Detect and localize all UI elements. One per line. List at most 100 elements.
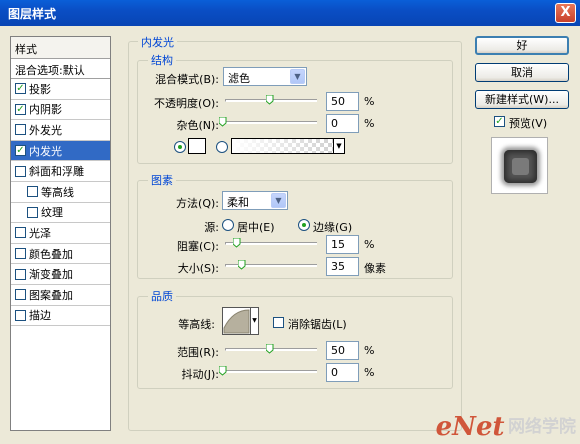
style-item[interactable]: 描边	[11, 306, 110, 327]
chevron-down-icon: ▼	[333, 139, 344, 153]
style-item[interactable]: 斜面和浮雕	[11, 161, 110, 182]
blend-mode-select[interactable]: 滤色 ▼	[223, 67, 307, 86]
jitter-input[interactable]: 0	[326, 363, 359, 382]
style-item[interactable]: ✓ 内发光	[11, 140, 110, 162]
style-checkbox[interactable]: ✓	[15, 145, 26, 157]
noise-label: 杂色(N):	[176, 119, 219, 132]
gradient-radio[interactable]	[216, 141, 228, 153]
style-checkbox[interactable]	[15, 227, 26, 239]
size-label: 大小(S):	[177, 262, 219, 275]
contour-picker[interactable]: ▼	[222, 307, 259, 335]
style-checkbox[interactable]	[15, 268, 26, 280]
style-item-label: 光泽	[29, 226, 51, 240]
styles-list: 样式 混合选项:默认 ✓ 投影 ✓ 内阴影 外发光 ✓ 内发光 斜面和浮雕 等高线 纹理 光泽 颜色叠…	[10, 36, 111, 431]
preview-core	[512, 158, 529, 175]
style-item[interactable]: 颜色叠加	[11, 244, 110, 265]
chevron-down-icon: ▼	[250, 308, 258, 334]
choke-label: 阻塞(C):	[177, 240, 219, 253]
style-item-label: 等高线	[41, 185, 74, 199]
ok-button[interactable]: 好	[475, 36, 569, 55]
style-item[interactable]: ✓ 投影	[11, 79, 110, 100]
opacity-input[interactable]: 50	[326, 92, 359, 111]
noise-input[interactable]: 0	[326, 114, 359, 133]
contour-label: 等高线:	[178, 318, 215, 331]
range-label: 范围(R):	[177, 346, 219, 359]
style-item-label: 外发光	[29, 123, 62, 137]
opacity-unit: %	[364, 95, 375, 108]
style-checkbox[interactable]	[15, 124, 26, 136]
choke-slider-thumb[interactable]	[233, 238, 241, 248]
jitter-unit: %	[364, 366, 375, 379]
style-checkbox[interactable]	[15, 165, 26, 177]
style-checkbox[interactable]	[15, 289, 26, 301]
style-item[interactable]: 渐变叠加	[11, 264, 110, 285]
glow-color-swatch[interactable]	[188, 138, 206, 154]
quality-title: 品质	[148, 288, 176, 304]
style-item-label: 图案叠加	[29, 288, 73, 302]
range-slider-thumb[interactable]	[266, 344, 274, 354]
antialias-label[interactable]: 消除锯齿(L)	[288, 316, 347, 332]
styles-header[interactable]: 样式	[11, 37, 110, 59]
style-item-label: 投影	[29, 82, 51, 96]
source-center-radio[interactable]	[222, 219, 234, 231]
jitter-slider[interactable]	[225, 370, 317, 373]
size-input[interactable]: 35	[326, 257, 359, 276]
style-item[interactable]: 图案叠加	[11, 285, 110, 306]
style-item-label: 内发光	[29, 144, 62, 158]
size-unit: 像素	[364, 262, 386, 275]
style-item[interactable]: 纹理	[11, 203, 110, 224]
preview-thumbnail	[504, 150, 537, 183]
blend-options-item[interactable]: 混合选项:默认	[11, 59, 110, 79]
source-center-label[interactable]: 居中(E)	[237, 219, 275, 235]
style-preview	[491, 137, 548, 194]
style-checkbox[interactable]: ✓	[15, 103, 26, 115]
technique-select[interactable]: 柔和 ▼	[222, 191, 288, 210]
choke-input[interactable]: 15	[326, 235, 359, 254]
structure-title: 结构	[148, 52, 176, 68]
style-item-label: 内阴影	[29, 103, 62, 117]
inner-glow-title: 内发光	[138, 34, 177, 50]
noise-unit: %	[364, 117, 375, 130]
style-checkbox[interactable]	[15, 309, 26, 321]
blend-mode-value: 滤色	[228, 72, 250, 85]
source-label: 源:	[204, 221, 219, 234]
style-item[interactable]: 外发光	[11, 120, 110, 141]
preview-label[interactable]: 预览(V)	[509, 115, 547, 131]
technique-value: 柔和	[227, 196, 249, 209]
elements-title: 图素	[148, 172, 176, 188]
style-checkbox[interactable]	[15, 248, 26, 260]
style-item[interactable]: ✓ 内阴影	[11, 100, 110, 121]
preview-checkbox[interactable]: ✓	[494, 116, 505, 127]
size-slider-thumb[interactable]	[238, 260, 246, 270]
new-style-button[interactable]: 新建样式(W)...	[475, 90, 569, 109]
opacity-label: 不透明度(O):	[154, 97, 219, 110]
style-checkbox[interactable]	[27, 186, 38, 198]
style-item-label: 斜面和浮雕	[29, 165, 84, 179]
noise-slider-thumb[interactable]	[219, 117, 227, 127]
style-item-label: 纹理	[41, 206, 63, 220]
cancel-button[interactable]: 取消	[475, 63, 569, 82]
chevron-down-icon: ▼	[290, 69, 305, 84]
jitter-slider-thumb[interactable]	[219, 366, 227, 376]
style-item-label: 描边	[29, 309, 51, 323]
style-item[interactable]: 等高线	[11, 182, 110, 203]
watermark-text: 网络学院	[508, 417, 576, 437]
title-bar: 图层样式 X	[0, 0, 580, 26]
style-checkbox[interactable]: ✓	[15, 83, 26, 95]
jitter-label: 抖动(J):	[181, 368, 219, 381]
watermark-logo: eNet	[435, 412, 505, 442]
source-edge-radio[interactable]	[298, 219, 310, 231]
gradient-picker[interactable]: ▼	[231, 138, 345, 154]
solid-color-radio[interactable]	[174, 141, 186, 153]
range-input[interactable]: 50	[326, 341, 359, 360]
blend-mode-label: 混合模式(B):	[155, 73, 219, 86]
noise-slider[interactable]	[225, 121, 317, 124]
style-item[interactable]: 光泽	[11, 223, 110, 244]
close-button[interactable]: X	[555, 3, 576, 23]
style-checkbox[interactable]	[27, 206, 38, 218]
opacity-slider-thumb[interactable]	[266, 95, 274, 105]
choke-unit: %	[364, 238, 375, 251]
source-edge-label[interactable]: 边缘(G)	[313, 219, 352, 235]
style-item-label: 颜色叠加	[29, 247, 73, 261]
antialias-checkbox[interactable]	[273, 317, 284, 328]
